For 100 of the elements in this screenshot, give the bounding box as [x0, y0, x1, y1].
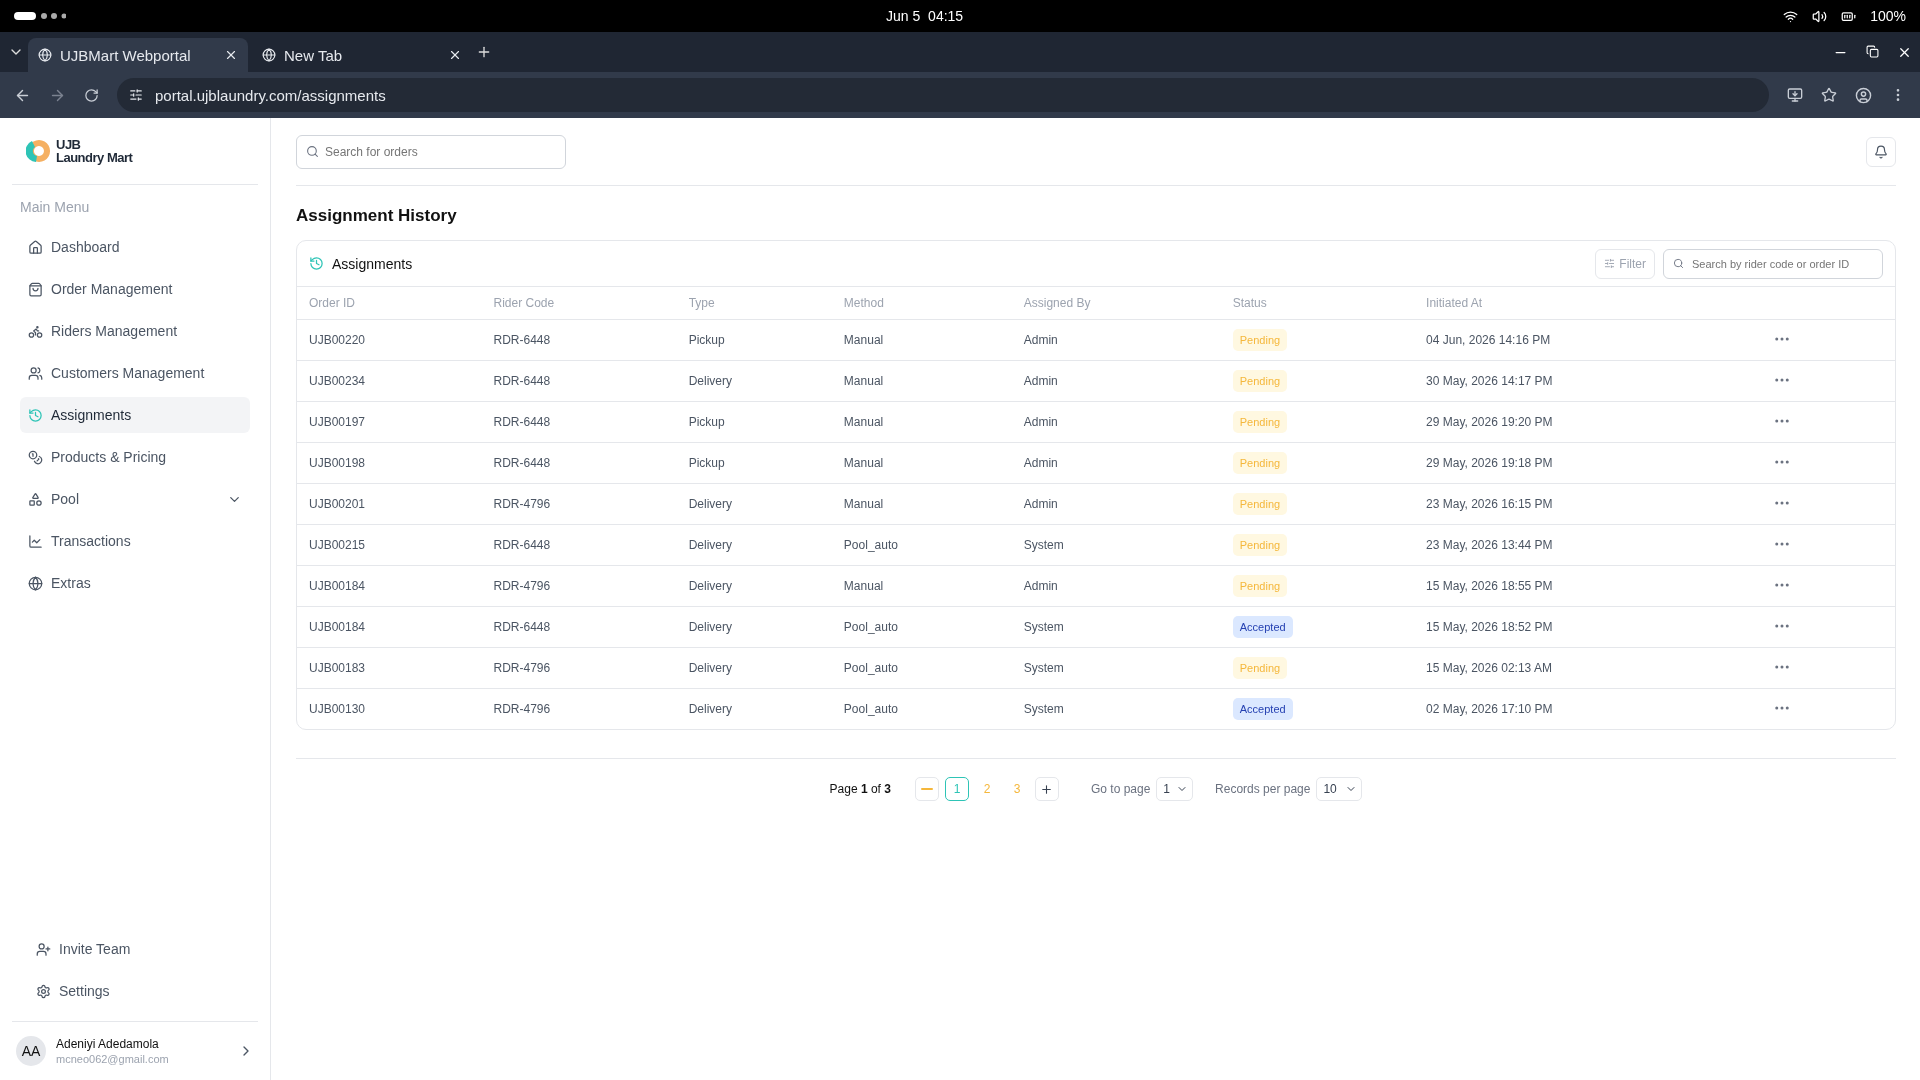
profile-icon[interactable]: [1855, 86, 1872, 104]
user-plus-icon: [36, 941, 51, 957]
logo-text: UJB Laundry Mart: [56, 138, 133, 164]
status-badge: Accepted: [1232, 698, 1293, 720]
column-header: Initiated At: [1414, 287, 1761, 320]
browser-tab[interactable]: New Tab: [252, 38, 472, 72]
table-cell: Pool_auto: [831, 524, 1012, 566]
table-cell: Admin: [1011, 401, 1221, 443]
close-icon[interactable]: [448, 48, 462, 62]
page-title: Assignment History: [296, 206, 458, 226]
logo-icon: [26, 138, 52, 164]
table-cell: Admin: [1011, 483, 1221, 525]
table-cell: 15 May, 2026 18:52 PM: [1414, 606, 1761, 648]
table-cell: Manual: [831, 319, 1012, 361]
table-cell: Delivery: [676, 524, 832, 566]
table-cell: UJB00234: [297, 360, 482, 402]
table-cell: Delivery: [676, 360, 832, 402]
nav-item[interactable]: Riders Management: [20, 313, 250, 349]
status-badge: Pending: [1232, 534, 1288, 556]
table-cell: 30 May, 2026 14:17 PM: [1414, 360, 1761, 402]
nav-item[interactable]: Dashboard: [20, 229, 250, 265]
history-icon: [28, 407, 43, 423]
nav-item[interactable]: Settings: [28, 973, 242, 1009]
activities-icon[interactable]: [14, 11, 66, 21]
restore-icon[interactable]: [1866, 44, 1879, 58]
nav-item[interactable]: Pool: [20, 481, 250, 517]
table-cell: RDR-4796: [481, 688, 677, 729]
globe-icon: [38, 48, 52, 62]
browser-tab[interactable]: UJBMart Webportal: [28, 38, 248, 72]
column-header: Order ID: [297, 287, 482, 320]
wifi-icon[interactable]: [1783, 8, 1799, 24]
table-cell: UJB00201: [297, 483, 482, 525]
user-name: Adeniyi Adedamola: [56, 1037, 160, 1051]
status-badge: Pending: [1232, 329, 1288, 351]
table-cell: 02 May, 2026 17:10 PM: [1414, 688, 1761, 729]
table-cell: Pool_auto: [831, 647, 1012, 689]
user-avatar[interactable]: AA: [16, 1036, 46, 1066]
table-cell: UJB00130: [297, 688, 482, 729]
reload-icon[interactable]: [84, 87, 99, 103]
table-cell: 23 May, 2026 16:15 PM: [1414, 483, 1761, 525]
nav-item[interactable]: Transactions: [20, 523, 250, 559]
table-cell: RDR-6448: [481, 360, 677, 402]
table-cell: RDR-6448: [481, 606, 677, 648]
table-cell: Manual: [831, 442, 1012, 484]
users-icon: [28, 365, 43, 381]
status-badge: Pending: [1232, 575, 1288, 597]
table-cell: RDR-6448: [481, 401, 677, 443]
nav-item[interactable]: Assignments: [20, 397, 250, 433]
site-settings-icon[interactable]: [129, 88, 143, 102]
nav-item[interactable]: Order Management: [20, 271, 250, 307]
table-cell: 23 May, 2026 13:44 PM: [1414, 524, 1761, 566]
section-heading: Main Menu: [20, 199, 91, 215]
table-cell: Admin: [1011, 565, 1221, 607]
bookmark-icon[interactable]: [1821, 87, 1837, 103]
clock[interactable]: Jun 5 04:15: [886, 8, 964, 24]
battery-level: 100%: [1870, 8, 1906, 24]
per-page-select[interactable]: 10: [1316, 777, 1363, 801]
table-cell: Delivery: [676, 565, 832, 607]
table-cell: 04 Jun, 2026 14:16 PM: [1414, 319, 1761, 361]
column-header: Assigned By: [1011, 287, 1221, 320]
card-title: Assignments: [332, 255, 414, 272]
per-page-label: Records per page: [1215, 782, 1311, 796]
new-tab-icon[interactable]: [476, 44, 492, 60]
nav-item[interactable]: Products & Pricing: [20, 439, 250, 475]
status-badge: Pending: [1232, 370, 1288, 392]
status-badge: Pending: [1232, 657, 1288, 679]
table-cell: UJB00184: [297, 606, 482, 648]
page-select[interactable]: 1: [1156, 777, 1194, 801]
table-cell: 29 May, 2026 19:18 PM: [1414, 442, 1761, 484]
table-cell: Manual: [831, 401, 1012, 443]
search-field[interactable]: Search by rider code or order ID: [1663, 248, 1883, 279]
install-icon[interactable]: [1787, 87, 1803, 103]
volume-icon[interactable]: [1812, 8, 1828, 24]
address-bar[interactable]: portal.ujblaundry.com/assignments: [117, 78, 1769, 112]
nav-item[interactable]: Customers Management: [20, 355, 250, 391]
next-page-button[interactable]: [1034, 777, 1059, 801]
search-field[interactable]: Search for orders: [296, 134, 566, 169]
table-cell: UJB00183: [297, 647, 482, 689]
table-cell: Delivery: [676, 688, 832, 729]
nav-item[interactable]: Extras: [20, 565, 250, 601]
column-header: Method: [831, 287, 1012, 320]
table-cell: RDR-6448: [481, 319, 677, 361]
table-cell: Admin: [1011, 442, 1221, 484]
table-cell: Pickup: [676, 442, 832, 484]
table-cell: RDR-4796: [481, 565, 677, 607]
column-header: Rider Code: [481, 287, 677, 320]
close-icon[interactable]: [224, 48, 238, 62]
nav-item[interactable]: Invite Team: [28, 931, 242, 967]
table-cell: 15 May, 2026 02:13 AM: [1414, 647, 1761, 689]
table-cell: System: [1011, 524, 1221, 566]
globe-icon: [28, 575, 43, 591]
table-cell: UJB00215: [297, 524, 482, 566]
table-cell: System: [1011, 688, 1221, 729]
notification-button[interactable]: [1866, 136, 1896, 167]
plus-icon: [1040, 782, 1054, 796]
table-cell: Manual: [831, 565, 1012, 607]
table-cell: 29 May, 2026 19:20 PM: [1414, 401, 1761, 443]
coins-icon: [28, 449, 43, 465]
bag-icon: [28, 281, 43, 297]
table-cell: Pickup: [676, 319, 832, 361]
